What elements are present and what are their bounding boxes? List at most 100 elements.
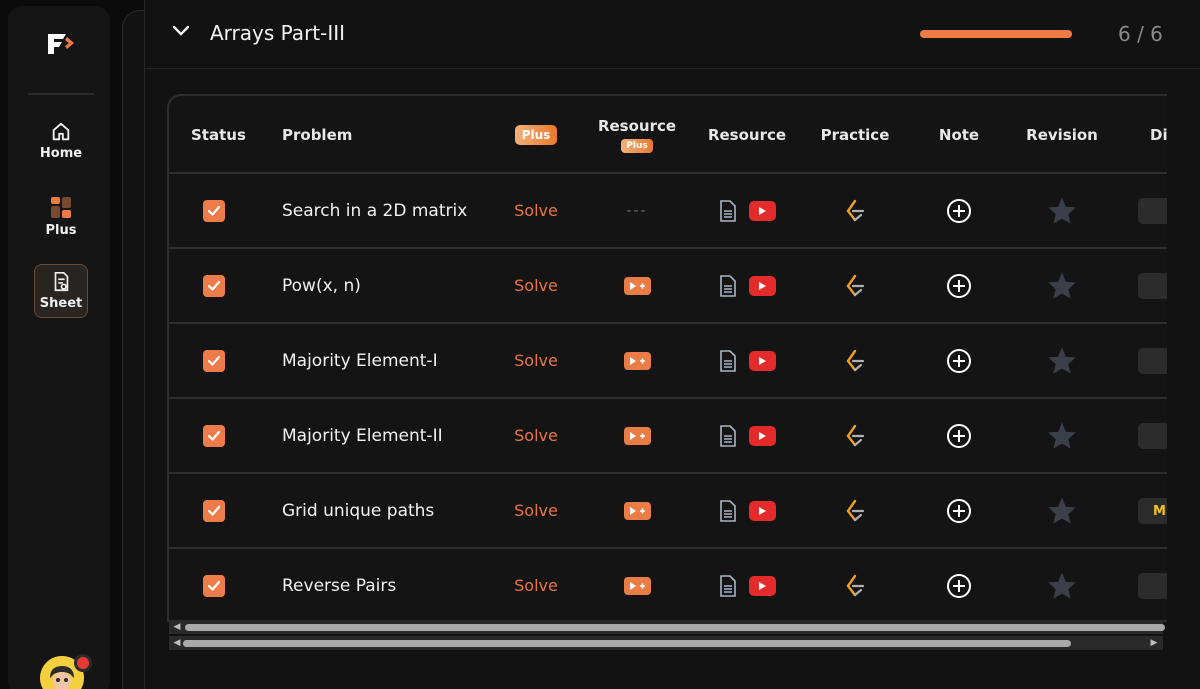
revision-star-button[interactable]	[1047, 346, 1077, 375]
grid-icon	[51, 197, 71, 218]
revision-star-button[interactable]	[1047, 571, 1077, 600]
scroll-thumb[interactable]	[185, 624, 1165, 631]
solve-cell: Solve	[499, 174, 573, 247]
problem-link[interactable]: Pow(x, n)	[282, 276, 361, 296]
leetcode-icon	[846, 499, 865, 521]
resource-cell	[699, 249, 795, 322]
leetcode-button[interactable]	[844, 199, 866, 223]
revision-star-button[interactable]	[1047, 196, 1077, 225]
plus-circle-icon	[947, 498, 971, 523]
leetcode-button[interactable]	[844, 274, 866, 298]
sidebar-item-home[interactable]: Home	[34, 114, 88, 168]
revision-star-button[interactable]	[1047, 421, 1077, 450]
sidebar-item-plus[interactable]: Plus	[34, 190, 88, 244]
premium-video-button[interactable]	[623, 276, 651, 295]
difficulty-badge	[1138, 273, 1167, 299]
problem-cell: Reverse Pairs	[282, 549, 502, 620]
article-button[interactable]	[719, 499, 737, 522]
scroll-thumb[interactable]	[183, 640, 1071, 647]
document-icon	[719, 424, 736, 447]
add-note-button[interactable]	[946, 498, 972, 524]
problem-link[interactable]: Search in a 2D matrix	[282, 201, 467, 221]
sidebar-divider	[28, 93, 94, 95]
horizontal-scrollbar-outer[interactable]: ◀ ▶	[169, 636, 1163, 650]
revision-cell	[1015, 324, 1109, 397]
youtube-button[interactable]	[748, 425, 776, 446]
progress-bar-fill	[920, 30, 1072, 38]
premium-video-button[interactable]	[623, 426, 651, 445]
section-header[interactable]: Arrays Part-III 6 / 6	[144, 0, 1200, 70]
sheet-icon	[54, 272, 69, 292]
status-checkbox[interactable]	[203, 424, 225, 447]
add-note-button[interactable]	[946, 198, 972, 224]
premium-video-button[interactable]	[623, 576, 651, 595]
status-checkbox[interactable]	[203, 349, 225, 372]
user-avatar[interactable]	[40, 654, 92, 689]
problem-cell: Grid unique paths	[282, 474, 502, 547]
home-icon	[52, 122, 70, 141]
status-checkbox[interactable]	[203, 499, 225, 522]
problem-link[interactable]: Reverse Pairs	[282, 576, 396, 596]
youtube-button[interactable]	[748, 575, 776, 596]
youtube-button[interactable]	[748, 350, 776, 371]
scroll-left-arrow-icon[interactable]: ◀	[172, 638, 182, 648]
article-button[interactable]	[719, 274, 737, 297]
plus-circle-icon	[947, 273, 971, 298]
header-resource-plus: Resource Plus	[589, 96, 685, 174]
premium-video-button[interactable]	[623, 351, 651, 370]
solve-link[interactable]: Solve	[514, 201, 558, 220]
add-note-button[interactable]	[946, 573, 972, 599]
horizontal-scrollbar-inner[interactable]: ◀	[169, 620, 1165, 634]
status-checkbox[interactable]	[203, 274, 225, 297]
add-note-button[interactable]	[946, 273, 972, 299]
resource-plus-cell	[589, 249, 685, 322]
sidebar-item-sheet[interactable]: Sheet	[34, 264, 88, 318]
leetcode-button[interactable]	[844, 499, 866, 523]
solve-link[interactable]: Solve	[514, 576, 558, 595]
note-cell	[919, 549, 999, 620]
leetcode-button[interactable]	[844, 574, 866, 598]
article-button[interactable]	[719, 574, 737, 597]
status-cell	[203, 324, 225, 397]
solve-link[interactable]: Solve	[514, 426, 558, 445]
article-button[interactable]	[719, 199, 737, 222]
leetcode-button[interactable]	[844, 349, 866, 373]
youtube-button[interactable]	[748, 200, 776, 221]
premium-video-button[interactable]	[623, 501, 651, 520]
add-note-button[interactable]	[946, 348, 972, 374]
resource-cell	[699, 474, 795, 547]
solve-cell: Solve	[499, 549, 573, 620]
youtube-button[interactable]	[748, 275, 776, 296]
chevron-down-icon[interactable]	[172, 25, 190, 37]
status-checkbox[interactable]	[203, 199, 225, 222]
resource-plus-cell	[589, 324, 685, 397]
revision-cell	[1015, 399, 1109, 472]
section-divider	[144, 68, 1200, 69]
problem-cell: Pow(x, n)	[282, 249, 502, 322]
add-note-button[interactable]	[946, 423, 972, 449]
resource-plus-empty: ---	[626, 202, 648, 219]
document-icon	[719, 349, 736, 372]
play-plus-icon	[630, 506, 645, 515]
revision-star-button[interactable]	[1047, 271, 1077, 300]
problem-link[interactable]: Grid unique paths	[282, 501, 434, 521]
solve-link[interactable]: Solve	[514, 351, 558, 370]
solve-link[interactable]: Solve	[514, 276, 558, 295]
notification-dot	[74, 654, 92, 672]
article-button[interactable]	[719, 349, 737, 372]
leetcode-button[interactable]	[844, 424, 866, 448]
article-button[interactable]	[719, 424, 737, 447]
youtube-icon	[759, 506, 766, 515]
status-checkbox[interactable]	[203, 574, 225, 597]
problem-link[interactable]: Majority Element-II	[282, 426, 443, 446]
practice-cell	[809, 249, 901, 322]
status-cell	[203, 474, 225, 547]
problem-link[interactable]: Majority Element-I	[282, 351, 438, 371]
scroll-right-arrow-icon[interactable]: ▶	[1149, 638, 1159, 648]
youtube-button[interactable]	[748, 500, 776, 521]
app-logo[interactable]	[44, 28, 80, 58]
solve-link[interactable]: Solve	[514, 501, 558, 520]
status-cell	[203, 549, 225, 620]
scroll-left-arrow-icon[interactable]: ◀	[172, 622, 182, 632]
revision-star-button[interactable]	[1047, 496, 1077, 525]
